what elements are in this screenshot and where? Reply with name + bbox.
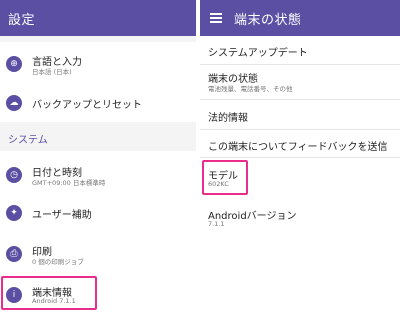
settings-item-summary: 0 個の印刷ジョブ bbox=[32, 258, 84, 266]
list-item-device-status[interactable]: 端末の状態 電池残量、電話番号、その他 bbox=[200, 65, 400, 100]
settings-item-accessibility[interactable]: ✦ ユーザー補助 bbox=[0, 194, 196, 234]
list-item-summary: 7.1.1 bbox=[208, 220, 225, 228]
settings-item-label: バックアップとリセット bbox=[32, 100, 142, 111]
settings-item-backup-reset[interactable]: ☁ バックアップとリセット bbox=[0, 82, 196, 122]
settings-item-summary: GMT+09:00 日本標準時 bbox=[32, 179, 106, 187]
settings-item-printing[interactable]: ⎙ 印刷 0 個の印刷ジョブ bbox=[0, 234, 196, 274]
device-status-panel: 端末の状態 システムアップデート 端末の状態 電池残量、電話番号、その他 法的情… bbox=[200, 0, 400, 318]
clock-icon: ◷ bbox=[6, 167, 22, 183]
settings-item-language-input[interactable]: ⊕ 言語と入力 日本語 (日本) bbox=[0, 42, 196, 82]
page-title: 設定 bbox=[8, 12, 36, 28]
list-item-label: この端末についてフィードバックを送信 bbox=[208, 142, 388, 153]
section-header-system: システム bbox=[8, 135, 48, 146]
list-item-label: システムアップデート bbox=[208, 48, 308, 59]
globe-icon: ⊕ bbox=[6, 56, 22, 72]
settings-item-date-time[interactable]: ◷ 日付と時刻 GMT+09:00 日本標準時 bbox=[0, 153, 196, 193]
highlight-box-about-device bbox=[1, 276, 97, 310]
list-item-system-update[interactable]: システムアップデート bbox=[200, 36, 400, 65]
printer-icon: ⎙ bbox=[6, 246, 22, 262]
list-item-summary: 電池残量、電話番号、その他 bbox=[208, 85, 293, 93]
cloud-upload-icon: ☁ bbox=[6, 95, 22, 111]
menu-icon[interactable] bbox=[210, 13, 222, 23]
list-item-android-version[interactable]: Androidバージョン 7.1.1 bbox=[200, 198, 400, 238]
highlight-box-model bbox=[202, 160, 248, 195]
settings-panel: 設定 ⊕ 言語と入力 日本語 (日本) ☁ バックアップとリセット システム ◷… bbox=[0, 0, 196, 318]
list-item-legal-info[interactable]: 法的情報 bbox=[200, 100, 400, 130]
accessibility-icon: ✦ bbox=[6, 205, 22, 221]
page-title: 端末の状態 bbox=[234, 12, 302, 28]
device-status-app-bar: 端末の状態 bbox=[200, 0, 400, 36]
settings-item-summary: 日本語 (日本) bbox=[32, 68, 72, 76]
list-item-label: 法的情報 bbox=[208, 113, 248, 124]
list-item-send-feedback[interactable]: この端末についてフィードバックを送信 bbox=[200, 130, 400, 158]
settings-item-label: ユーザー補助 bbox=[32, 210, 92, 221]
settings-app-bar: 設定 bbox=[0, 0, 196, 36]
